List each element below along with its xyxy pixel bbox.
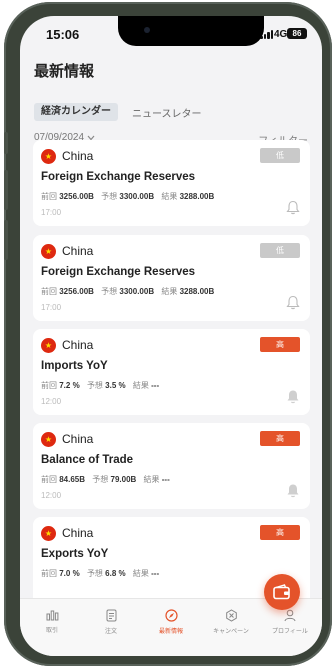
event-time: 12:00 bbox=[41, 397, 62, 406]
event-title: Foreign Exchange Reserves bbox=[41, 171, 196, 183]
actual-label: 結果 bbox=[132, 381, 149, 390]
nav-label: 取引 bbox=[45, 628, 58, 634]
bell-icon[interactable] bbox=[286, 483, 300, 498]
status-time: 15:06 bbox=[46, 27, 80, 42]
mute-switch bbox=[4, 132, 8, 154]
forecast-label: 予想 bbox=[101, 287, 118, 296]
prev-value: 3256.00B bbox=[59, 287, 94, 296]
actual-value: 3288.00B bbox=[179, 287, 215, 296]
tab-economic-calendar[interactable]: 経済カレンダー bbox=[34, 103, 118, 121]
event-country: China bbox=[62, 149, 94, 163]
screen: 15:06 4G 86 最新情報 経済カレンダー ニュースレター 07/09/2… bbox=[20, 16, 322, 656]
forecast-label: 予想 bbox=[101, 192, 118, 201]
prev-label: 前回 bbox=[41, 287, 57, 296]
nav-item-trade[interactable]: 取引 bbox=[24, 609, 80, 634]
prev-label: 前回 bbox=[41, 475, 57, 484]
importance-badge: 低 bbox=[260, 243, 300, 258]
event-title: Balance of Trade bbox=[41, 454, 134, 466]
forecast-value: 6.8 % bbox=[105, 569, 126, 578]
actual-value: 3288.00B bbox=[179, 192, 215, 201]
event-card[interactable]: ★ China 低 Foreign Exchange Reserves 前回 3… bbox=[33, 140, 310, 226]
prev-value: 3256.00B bbox=[59, 192, 94, 201]
importance-badge: 低 bbox=[260, 148, 300, 163]
china-flag-icon: ★ bbox=[41, 432, 56, 447]
event-card[interactable]: ★ China 高 Imports YoY 前回 7.2 % 予想 3.5 % … bbox=[33, 329, 310, 415]
forecast-value: 79.00B bbox=[110, 475, 137, 484]
event-card[interactable]: ★ China 低 Foreign Exchange Reserves 前回 3… bbox=[33, 235, 310, 321]
chart-bars-icon bbox=[46, 610, 58, 621]
forecast-value: 3.5 % bbox=[105, 381, 126, 390]
forecast-label: 予想 bbox=[92, 475, 109, 484]
actual-label: 結果 bbox=[132, 569, 149, 578]
event-country: China bbox=[62, 432, 94, 446]
forecast-label: 予想 bbox=[86, 381, 103, 390]
volume-up-button bbox=[4, 170, 8, 210]
nav-label: プロフィール bbox=[272, 629, 308, 635]
nav-item-campaign[interactable]: キャンペーン bbox=[203, 609, 259, 635]
prev-value: 7.2 % bbox=[59, 381, 80, 390]
importance-badge: 高 bbox=[260, 337, 300, 352]
page-title: 最新情報 bbox=[34, 63, 95, 80]
event-values: 前回 3256.00B 予想 3300.00B 結果 3288.00B bbox=[41, 191, 219, 202]
prev-label: 前回 bbox=[41, 381, 57, 390]
prev-value: 7.0 % bbox=[59, 569, 80, 578]
notch bbox=[118, 16, 264, 46]
nav-item-profile[interactable]: プロフィール bbox=[262, 609, 318, 635]
event-title: Exports YoY bbox=[41, 548, 109, 560]
nav-label: キャンペーン bbox=[213, 629, 249, 635]
event-country: China bbox=[62, 526, 94, 540]
importance-badge: 高 bbox=[260, 431, 300, 446]
china-flag-icon: ★ bbox=[41, 338, 56, 353]
volume-down-button bbox=[4, 220, 8, 260]
event-time: 17:00 bbox=[41, 208, 62, 217]
event-country: China bbox=[62, 244, 94, 258]
battery-icon: 86 bbox=[287, 28, 307, 39]
china-flag-icon: ★ bbox=[41, 244, 56, 259]
event-country: China bbox=[62, 338, 94, 352]
wallet-icon bbox=[273, 584, 290, 600]
actual-value: --- bbox=[161, 475, 170, 484]
network-type: 4G bbox=[274, 29, 288, 40]
event-values: 前回 7.2 % 予想 3.5 % 結果 --- bbox=[41, 380, 164, 391]
camera bbox=[144, 27, 150, 33]
actual-label: 結果 bbox=[143, 475, 160, 484]
china-flag-icon: ★ bbox=[41, 149, 56, 164]
tab-newsletter[interactable]: ニュースレター bbox=[132, 105, 202, 120]
event-values: 前回 7.0 % 予想 6.8 % 結果 --- bbox=[41, 568, 164, 579]
event-time: 17:00 bbox=[41, 303, 62, 312]
bell-icon[interactable] bbox=[286, 295, 300, 310]
actual-value: --- bbox=[151, 381, 160, 390]
prev-label: 前回 bbox=[41, 569, 57, 578]
event-title: Imports YoY bbox=[41, 360, 108, 372]
event-values: 前回 84.65B 予想 79.00B 結果 --- bbox=[41, 474, 175, 485]
forecast-value: 3300.00B bbox=[119, 192, 155, 201]
nav-label: 注文 bbox=[104, 629, 117, 635]
nav-item-orders[interactable]: 注文 bbox=[83, 609, 139, 635]
bell-icon[interactable] bbox=[286, 389, 300, 404]
forecast-label: 予想 bbox=[86, 569, 103, 578]
nav-item-news[interactable]: 最新情報 bbox=[143, 609, 199, 635]
event-time: 12:00 bbox=[41, 491, 62, 500]
person-icon bbox=[284, 609, 296, 622]
forecast-value: 3300.00B bbox=[119, 287, 155, 296]
hexagon-icon bbox=[225, 609, 237, 622]
china-flag-icon: ★ bbox=[41, 526, 56, 541]
compass-icon bbox=[164, 609, 178, 622]
document-icon bbox=[106, 609, 116, 622]
actual-label: 結果 bbox=[161, 192, 178, 201]
bell-icon[interactable] bbox=[286, 200, 300, 215]
phone-frame: 15:06 4G 86 最新情報 経済カレンダー ニュースレター 07/09/2… bbox=[4, 2, 332, 666]
event-values: 前回 3256.00B 予想 3300.00B 結果 3288.00B bbox=[41, 286, 219, 297]
actual-value: --- bbox=[151, 569, 160, 578]
nav-label: 最新情報 bbox=[158, 629, 183, 635]
prev-value: 84.65B bbox=[59, 475, 86, 484]
event-title: Foreign Exchange Reserves bbox=[41, 266, 196, 278]
wallet-fab-button[interactable] bbox=[264, 574, 300, 610]
importance-badge: 高 bbox=[260, 525, 300, 540]
event-card[interactable]: ★ China 高 Balance of Trade 前回 84.65B 予想 … bbox=[33, 423, 310, 509]
actual-label: 結果 bbox=[161, 287, 178, 296]
prev-label: 前回 bbox=[41, 192, 57, 201]
